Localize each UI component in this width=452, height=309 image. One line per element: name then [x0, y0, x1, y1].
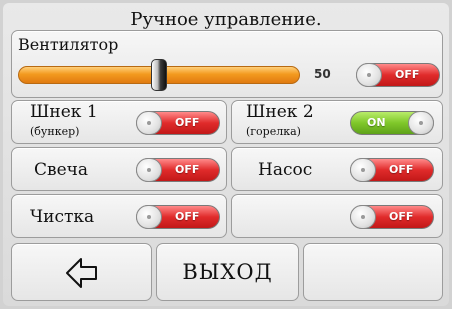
- cleaning-toggle[interactable]: OFF: [136, 205, 220, 229]
- toggle-knob: [350, 158, 376, 182]
- auger1-toggle-state: OFF: [175, 116, 200, 129]
- pump-panel: Насос OFF: [231, 147, 443, 191]
- fan-toggle[interactable]: OFF: [356, 63, 440, 87]
- candle-panel: Свеча OFF: [11, 147, 227, 191]
- unnamed-toggle[interactable]: OFF: [350, 205, 434, 229]
- auger1-toggle[interactable]: OFF: [136, 111, 220, 135]
- auger1-label: Шнек 1: [30, 102, 98, 122]
- auger2-toggle[interactable]: ON: [350, 111, 434, 135]
- toggle-knob: [136, 158, 162, 182]
- pump-toggle-state: OFF: [389, 163, 414, 176]
- toggle-knob: [356, 63, 382, 87]
- auger1-sublabel: (бункер): [30, 125, 80, 138]
- unnamed-panel: OFF: [231, 194, 443, 238]
- toggle-knob: [350, 205, 376, 229]
- cleaning-label: Чистка: [30, 207, 95, 227]
- fan-speed-slider[interactable]: [18, 59, 300, 91]
- empty-button[interactable]: [303, 243, 443, 301]
- candle-toggle-state: OFF: [175, 163, 200, 176]
- exit-label: ВЫХОД: [182, 260, 273, 284]
- pump-label: Насос: [258, 160, 313, 180]
- toggle-knob: [136, 111, 162, 135]
- screen: Ручное управление. Вентилятор 50 OFF Шне…: [3, 3, 449, 306]
- arrow-left-icon: [66, 258, 97, 288]
- auger2-toggle-state: ON: [367, 116, 386, 129]
- fan-panel: Вентилятор 50 OFF: [11, 30, 443, 98]
- pump-toggle[interactable]: OFF: [350, 158, 434, 182]
- back-button[interactable]: [11, 243, 152, 301]
- toggle-knob: [408, 111, 434, 135]
- candle-label: Свеча: [34, 160, 89, 180]
- auger1-panel: Шнек 1 (бункер) OFF: [11, 100, 227, 144]
- fan-toggle-state: OFF: [395, 68, 420, 81]
- cleaning-panel: Чистка OFF: [11, 194, 227, 238]
- candle-toggle[interactable]: OFF: [136, 158, 220, 182]
- screen-title: Ручное управление.: [130, 9, 322, 30]
- toggle-knob: [136, 205, 162, 229]
- auger2-panel: Шнек 2 (горелка) ON: [231, 100, 443, 144]
- auger2-sublabel: (горелка): [246, 125, 301, 138]
- cleaning-toggle-state: OFF: [175, 210, 200, 223]
- fan-label: Вентилятор: [18, 35, 119, 54]
- fan-speed-value: 50: [314, 67, 331, 81]
- unnamed-toggle-state: OFF: [389, 210, 414, 223]
- exit-button[interactable]: ВЫХОД: [156, 243, 299, 301]
- auger2-label: Шнек 2: [246, 102, 314, 122]
- slider-handle[interactable]: [151, 59, 167, 91]
